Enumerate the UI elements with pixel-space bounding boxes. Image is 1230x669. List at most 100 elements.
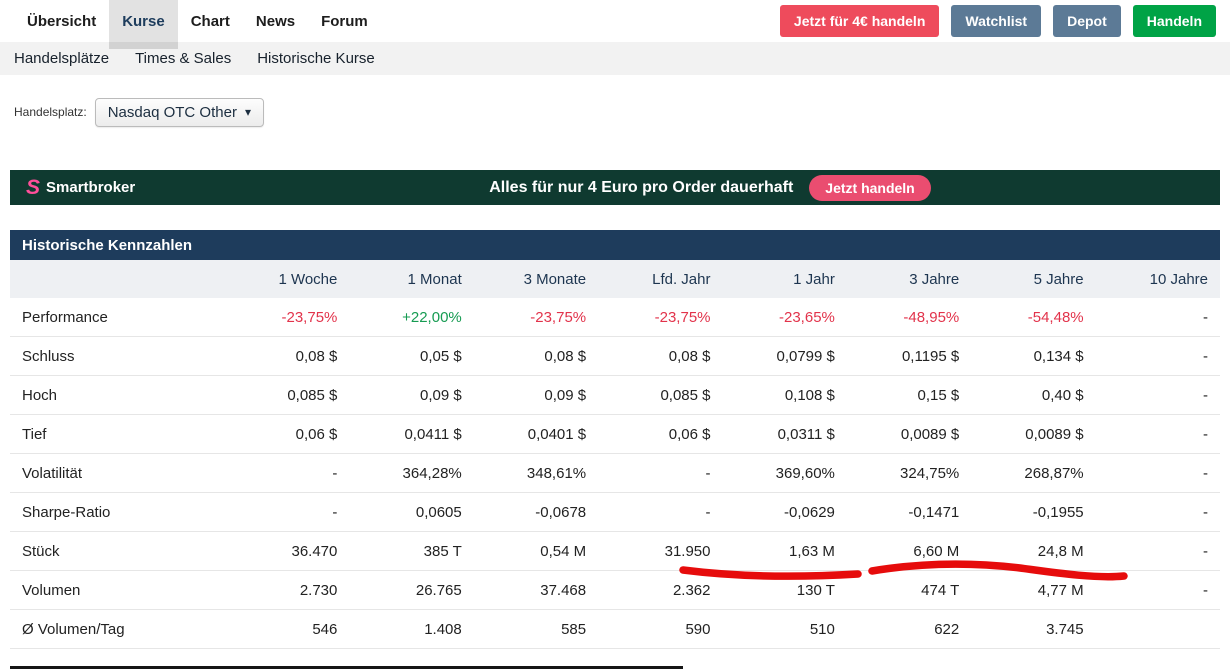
table-cell: 0,0089 $	[971, 426, 1095, 443]
depot-button[interactable]: Depot	[1053, 5, 1121, 37]
cta-trade-button[interactable]: Jetzt für 4€ handeln	[780, 5, 939, 37]
table-cell: -	[1096, 504, 1220, 521]
table-cell: -0,0678	[474, 504, 598, 521]
smartbroker-banner: S Smartbroker Alles für nur 4 Euro pro O…	[10, 170, 1220, 205]
table-cell: 268,87%	[971, 465, 1095, 482]
row-label: Volatilität	[10, 465, 225, 482]
table-title: Historische Kennzahlen	[10, 230, 1220, 260]
watchlist-button[interactable]: Watchlist	[951, 5, 1041, 37]
smartbroker-s-icon: S	[26, 177, 40, 198]
table-cell: 0,54 M	[474, 543, 598, 560]
table-cell: 130 T	[723, 582, 847, 599]
banner-text: Alles für nur 4 Euro pro Order dauerhaft	[489, 179, 793, 197]
column-header: 1 Monat	[349, 271, 473, 288]
table-cell: -23,75%	[225, 309, 349, 326]
table-cell: 36.470	[225, 543, 349, 560]
column-header: 3 Monate	[474, 271, 598, 288]
table-body: Performance-23,75%+22,00%-23,75%-23,75%-…	[10, 298, 1220, 649]
table-cell: 546	[225, 621, 349, 638]
subnav-item-historische-kurse[interactable]: Historische Kurse	[257, 50, 375, 67]
table-cell: 0,09 $	[349, 387, 473, 404]
tab--bersicht[interactable]: Übersicht	[14, 0, 109, 42]
table-cell: 0,06 $	[225, 426, 349, 443]
row-label: Schluss	[10, 348, 225, 365]
table-cell: -	[1096, 348, 1220, 365]
table-cell: 585	[474, 621, 598, 638]
table-cell: 0,134 $	[971, 348, 1095, 365]
table-cell: 348,61%	[474, 465, 598, 482]
column-header: 1 Woche	[225, 271, 349, 288]
table-cell: 369,60%	[723, 465, 847, 482]
table-cell: 0,0401 $	[474, 426, 598, 443]
table-row: Volatilität-364,28%348,61%-369,60%324,75…	[10, 454, 1220, 493]
table-cell: 364,28%	[349, 465, 473, 482]
table-row: Stück36.470385 T0,54 M31.9501,63 M6,60 M…	[10, 532, 1220, 571]
tab-news[interactable]: News	[243, 0, 308, 42]
table-cell: -	[1096, 426, 1220, 443]
handeln-button[interactable]: Handeln	[1133, 5, 1216, 37]
table-cell: 37.468	[474, 582, 598, 599]
table-row: Schluss0,08 $0,05 $0,08 $0,08 $0,0799 $0…	[10, 337, 1220, 376]
row-label: Tief	[10, 426, 225, 443]
subnav-item-handelspl-tze[interactable]: Handelsplätze	[14, 50, 109, 67]
table-cell: 26.765	[349, 582, 473, 599]
table-cell: +22,00%	[349, 309, 473, 326]
table-cell: 1.408	[349, 621, 473, 638]
banner-middle: Alles für nur 4 Euro pro Order dauerhaft…	[216, 175, 1204, 201]
table-cell: 0,0311 $	[723, 426, 847, 443]
row-label: Stück	[10, 543, 225, 560]
handelsplatz-select[interactable]: Nasdaq OTC Other ▾	[95, 98, 264, 127]
table-cell: 2.730	[225, 582, 349, 599]
smartbroker-logo: S Smartbroker	[26, 177, 216, 198]
table-cell: 6,60 M	[847, 543, 971, 560]
table-cell: 474 T	[847, 582, 971, 599]
table-cell: -	[1096, 582, 1220, 599]
table-cell: 0,1195 $	[847, 348, 971, 365]
table-cell: -	[598, 504, 722, 521]
table-row: Performance-23,75%+22,00%-23,75%-23,75%-…	[10, 298, 1220, 337]
table-cell: 0,15 $	[847, 387, 971, 404]
table-cell: -	[1096, 543, 1220, 560]
table-cell: 3.745	[971, 621, 1095, 638]
table-row: Tief0,06 $0,0411 $0,0401 $0,06 $0,0311 $…	[10, 415, 1220, 454]
subnav-item-times-sales[interactable]: Times & Sales	[135, 50, 231, 67]
table-cell: 1,63 M	[723, 543, 847, 560]
column-header: 3 Jahre	[847, 271, 971, 288]
tab-kurse[interactable]: Kurse	[109, 0, 178, 42]
table-cell: 0,085 $	[598, 387, 722, 404]
table-row: Ø Volumen/Tag5461.4085855905106223.745	[10, 610, 1220, 649]
table-cell: 0,108 $	[723, 387, 847, 404]
row-label: Performance	[10, 309, 225, 326]
top-nav: ÜbersichtKurseChartNewsForum Jetzt für 4…	[0, 0, 1230, 42]
table-cell: 0,40 $	[971, 387, 1095, 404]
table-cell: 0,09 $	[474, 387, 598, 404]
table-cell: -0,0629	[723, 504, 847, 521]
table-cell: 510	[723, 621, 847, 638]
table-cell: -0,1955	[971, 504, 1095, 521]
table-cell: -	[1096, 309, 1220, 326]
table-cell: -23,75%	[598, 309, 722, 326]
column-header: 1 Jahr	[723, 271, 847, 288]
table-cell: 0,08 $	[225, 348, 349, 365]
table-row: Hoch0,085 $0,09 $0,09 $0,085 $0,108 $0,1…	[10, 376, 1220, 415]
table-cell: 0,0605	[349, 504, 473, 521]
table-cell: 590	[598, 621, 722, 638]
table-cell: 24,8 M	[971, 543, 1095, 560]
table-cell: 622	[847, 621, 971, 638]
table-cell: -	[1096, 465, 1220, 482]
table-row: Volumen2.73026.76537.4682.362130 T474 T4…	[10, 571, 1220, 610]
table-cell: -54,48%	[971, 309, 1095, 326]
column-header: 10 Jahre	[1096, 271, 1220, 288]
smartbroker-brand-text: Smartbroker	[46, 179, 135, 196]
table-cell: 0,0799 $	[723, 348, 847, 365]
table-cell: -	[225, 504, 349, 521]
chevron-down-icon: ▾	[245, 105, 251, 119]
tab-forum[interactable]: Forum	[308, 0, 381, 42]
table-cell: 2.362	[598, 582, 722, 599]
table-cell: -23,65%	[723, 309, 847, 326]
banner-cta-button[interactable]: Jetzt handeln	[809, 175, 930, 201]
table-cell: 4,77 M	[971, 582, 1095, 599]
table-cell: -	[1096, 387, 1220, 404]
tab-chart[interactable]: Chart	[178, 0, 243, 42]
table-cell: -48,95%	[847, 309, 971, 326]
